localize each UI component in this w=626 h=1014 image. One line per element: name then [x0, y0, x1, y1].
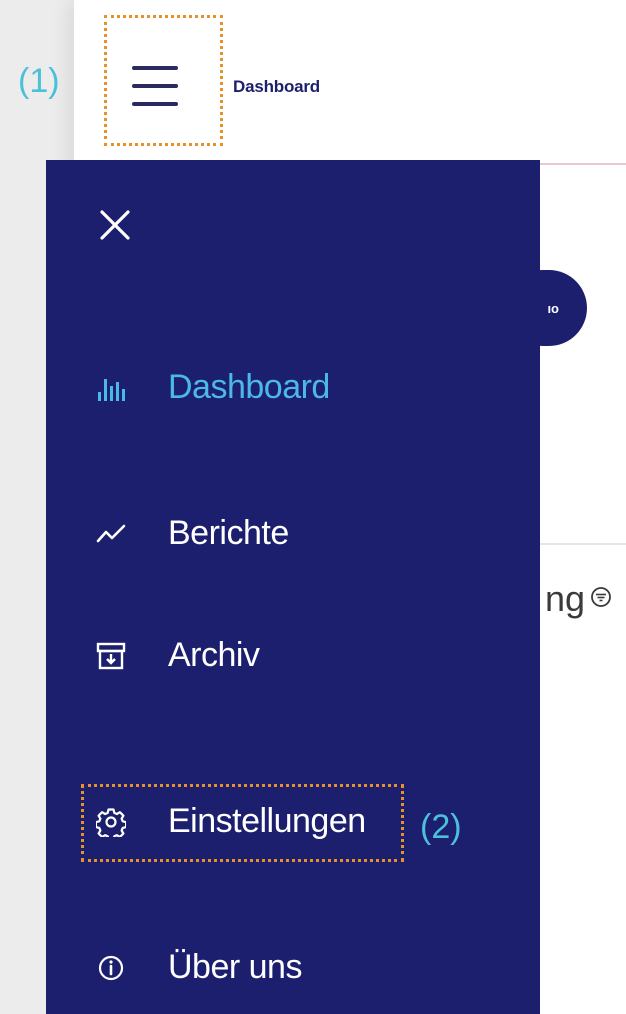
navigation-drawer: [46, 160, 540, 1014]
background-divider: [540, 543, 626, 545]
sidebar-item-label: Über uns: [168, 948, 302, 986]
menu-bar: [132, 66, 178, 70]
sidebar-item-label: Dashboard: [168, 368, 330, 406]
page-title: Dashboard: [233, 77, 320, 96]
sidebar-item-berichte[interactable]: Berichte: [96, 514, 289, 553]
background-partial-text: ng: [545, 578, 586, 619]
trend-line-icon: [96, 519, 126, 549]
sidebar-item-archiv[interactable]: Archiv: [96, 636, 260, 675]
header-divider: [540, 163, 626, 165]
annotation-step-1: (1): [18, 62, 60, 100]
sidebar-item-label: Archiv: [168, 636, 260, 674]
sidebar-item-dashboard[interactable]: Dashboard: [96, 368, 330, 407]
pill-text: ıo: [547, 300, 559, 316]
menu-bar: [132, 102, 178, 106]
highlight-settings-item: [81, 784, 404, 862]
info-icon: [96, 953, 126, 983]
annotation-step-2: (2): [420, 808, 462, 846]
filter-icon[interactable]: [590, 586, 612, 608]
bar-chart-icon: [96, 373, 126, 403]
sidebar-item-label: Berichte: [168, 514, 289, 552]
hamburger-menu-button[interactable]: [132, 66, 178, 106]
menu-bar: [132, 84, 178, 88]
close-icon[interactable]: [98, 208, 132, 242]
archive-icon: [96, 641, 126, 671]
sidebar-item-ueber-uns[interactable]: Über uns: [96, 948, 302, 987]
